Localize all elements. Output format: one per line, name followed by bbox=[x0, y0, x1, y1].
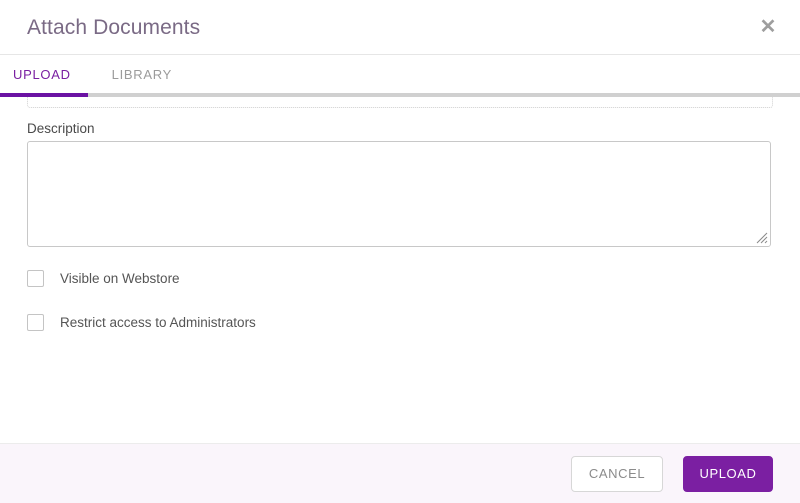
cancel-button[interactable]: CANCEL bbox=[571, 455, 663, 492]
description-textarea[interactable] bbox=[27, 141, 771, 247]
dialog-footer: CANCEL UPLOAD bbox=[0, 443, 800, 503]
close-icon[interactable]: ✕ bbox=[757, 16, 779, 38]
checkbox-visible-on-webstore[interactable] bbox=[27, 269, 44, 287]
checkbox-row-visible-on-webstore[interactable]: Visible on Webstore bbox=[27, 268, 773, 288]
checkbox-label-visible-on-webstore: Visible on Webstore bbox=[60, 270, 180, 286]
description-label: Description bbox=[27, 121, 95, 136]
dialog-body: Description Visible on Webstore Restrict… bbox=[0, 97, 800, 443]
tab-upload[interactable]: UPLOAD bbox=[13, 67, 71, 82]
tab-library[interactable]: LIBRARY bbox=[112, 67, 172, 82]
attach-documents-dialog: Attach Documents ✕ UPLOAD LIBRARY Descri… bbox=[0, 0, 800, 503]
checkbox-restrict-access[interactable] bbox=[27, 313, 44, 331]
dialog-header: Attach Documents ✕ bbox=[0, 0, 800, 55]
tab-bar: UPLOAD LIBRARY bbox=[0, 55, 800, 97]
page-title: Attach Documents bbox=[27, 15, 201, 39]
resize-grip-icon[interactable] bbox=[756, 232, 768, 244]
clipped-input-field[interactable] bbox=[27, 97, 773, 108]
checkbox-row-restrict-access[interactable]: Restrict access to Administrators bbox=[27, 312, 773, 332]
checkbox-label-restrict-access: Restrict access to Administrators bbox=[60, 314, 256, 330]
upload-button[interactable]: UPLOAD bbox=[683, 455, 773, 492]
